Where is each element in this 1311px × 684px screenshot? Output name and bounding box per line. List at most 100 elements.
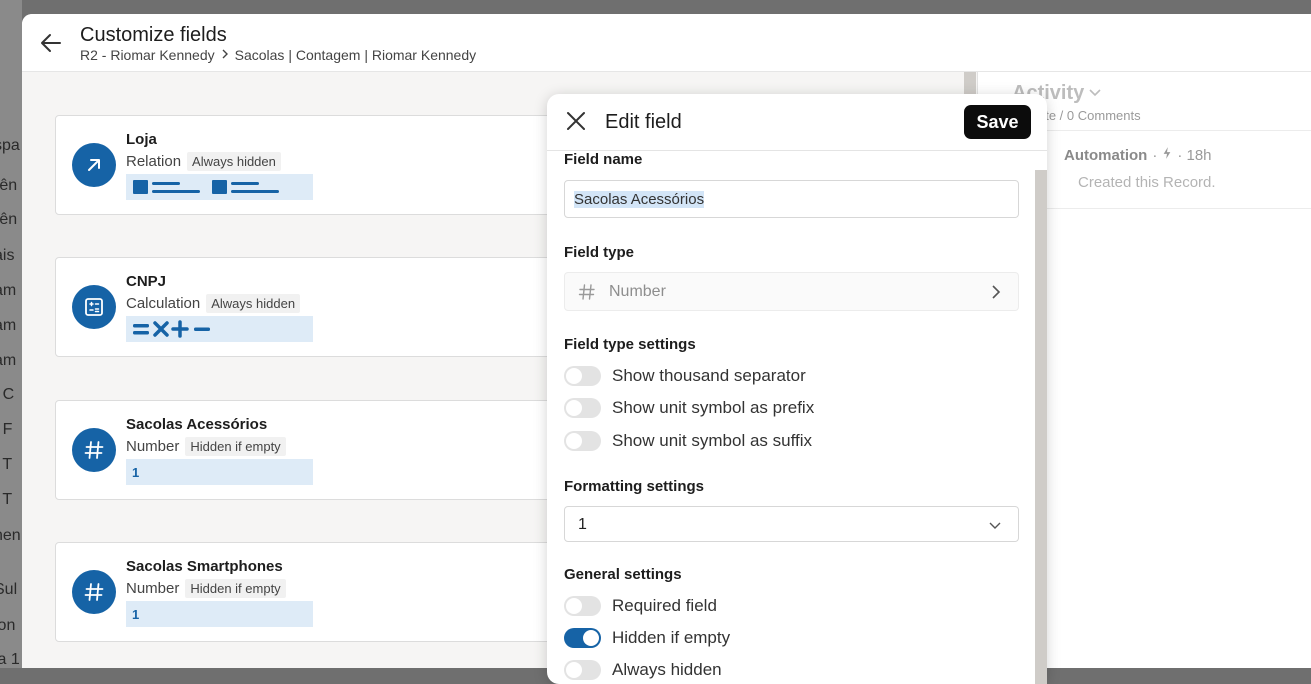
toggle-thousand-separator[interactable]: Show thousand separator bbox=[564, 366, 806, 386]
field-type-settings-label: Field type settings bbox=[564, 336, 696, 353]
visibility-badge: Hidden if empty bbox=[185, 437, 286, 456]
chevron-right-icon bbox=[992, 285, 1001, 299]
relation-preview-icon bbox=[133, 180, 279, 194]
activity-time: · 18h bbox=[1177, 146, 1212, 164]
hash-icon bbox=[72, 428, 116, 472]
toggle-label: Hidden if empty bbox=[612, 628, 731, 647]
save-button[interactable]: Save bbox=[964, 105, 1031, 139]
toggle-switch[interactable] bbox=[564, 660, 601, 680]
close-icon[interactable] bbox=[565, 110, 587, 132]
activity-summary: ate / 0 Comments bbox=[1038, 108, 1141, 123]
visibility-badge: Always hidden bbox=[206, 294, 301, 313]
field-name-label: Field name bbox=[564, 151, 643, 168]
lightning-icon bbox=[1162, 146, 1172, 164]
visibility-badge: Hidden if empty bbox=[185, 579, 286, 598]
bg-fragment: Sul bbox=[0, 581, 18, 598]
bg-fragment: | C bbox=[0, 386, 15, 403]
field-card-sacolas-smartphones[interactable]: Sacolas Smartphones Number Hidden if emp… bbox=[55, 542, 577, 642]
breadcrumb-current[interactable]: Sacolas | Contagem | Riomar Kennedy bbox=[235, 47, 477, 63]
edit-field-panel: Edit field Save Field name Sacolas Acess… bbox=[547, 94, 1047, 684]
relation-preview bbox=[126, 174, 313, 200]
breadcrumb: R2 - Riomar Kennedy Sacolas | Contagem |… bbox=[80, 47, 476, 63]
field-meta: Number Hidden if empty bbox=[126, 437, 286, 456]
chevron-down-icon bbox=[989, 522, 1001, 529]
field-name-value: Sacolas Acessórios bbox=[574, 190, 705, 208]
hash-icon bbox=[72, 570, 116, 614]
field-name: Sacolas Acessórios bbox=[126, 416, 268, 433]
toggle-required-field[interactable]: Required field bbox=[564, 596, 717, 616]
field-type: Calculation bbox=[126, 295, 201, 312]
toggle-label: Always hidden bbox=[612, 660, 722, 679]
number-preview: 1 bbox=[126, 459, 313, 485]
panel-scrollbar[interactable] bbox=[1035, 170, 1047, 684]
field-type: Number bbox=[126, 580, 180, 597]
activity-text: Created this Record. bbox=[1078, 174, 1216, 191]
bg-fragment: | T bbox=[0, 456, 13, 473]
page-title: Customize fields bbox=[80, 24, 227, 46]
preview-value: 1 bbox=[132, 464, 140, 480]
bg-fragment: ais bbox=[0, 247, 15, 264]
field-meta: Number Hidden if empty bbox=[126, 579, 286, 598]
toggle-switch[interactable] bbox=[564, 628, 601, 648]
field-name: Sacolas Smartphones bbox=[126, 558, 283, 575]
relation-arrow-icon bbox=[72, 143, 116, 187]
bg-fragment: rên bbox=[0, 177, 18, 194]
toggle-unit-suffix[interactable]: Show unit symbol as suffix bbox=[564, 431, 812, 451]
bg-fragment: am bbox=[0, 282, 17, 299]
hash-icon bbox=[578, 284, 595, 300]
field-card-cnpj[interactable]: CNPJ Calculation Always hidden bbox=[55, 257, 577, 357]
visibility-badge: Always hidden bbox=[187, 152, 281, 171]
math-operators-icon bbox=[133, 320, 210, 338]
formatting-value: 1 bbox=[578, 516, 587, 533]
toggle-label: Required field bbox=[612, 596, 717, 615]
field-type: Number bbox=[126, 438, 180, 455]
field-name-input[interactable]: Sacolas Acessórios bbox=[564, 180, 1019, 218]
toggle-unit-prefix[interactable]: Show unit symbol as prefix bbox=[564, 398, 814, 418]
bg-fragment: ia 1 bbox=[0, 651, 20, 668]
bg-fragment: spa bbox=[0, 137, 20, 154]
chevron-down-icon bbox=[1088, 82, 1102, 105]
bg-fragment: nen bbox=[0, 527, 21, 544]
field-meta: Calculation Always hidden bbox=[126, 294, 301, 313]
activity-separator: · bbox=[1152, 146, 1158, 164]
toggle-hidden-if-empty[interactable]: Hidden if empty bbox=[564, 628, 730, 648]
edit-field-header: Edit field Save bbox=[547, 94, 1047, 151]
toggle-switch[interactable] bbox=[564, 596, 601, 616]
preview-value: 1 bbox=[132, 606, 140, 622]
breadcrumb-parent[interactable]: R2 - Riomar Kennedy bbox=[80, 47, 215, 63]
bg-fragment: am bbox=[0, 317, 17, 334]
bg-fragment: am bbox=[0, 352, 17, 369]
activity-entry-header: Automation · · 18h bbox=[1064, 146, 1212, 164]
field-card-loja[interactable]: Loja Relation Always hidden bbox=[55, 115, 577, 215]
formatting-settings-label: Formatting settings bbox=[564, 478, 705, 495]
toggle-switch[interactable] bbox=[564, 398, 601, 418]
toggle-label: Show thousand separator bbox=[612, 366, 806, 385]
field-type-select[interactable]: Number bbox=[564, 272, 1019, 311]
bg-fragment: rên bbox=[0, 211, 18, 228]
bg-fragment: ion bbox=[0, 617, 16, 634]
background-app: spa rên rên ais am am am | C | F | T | T… bbox=[0, 0, 22, 668]
edit-field-title: Edit field bbox=[605, 111, 682, 133]
bg-fragment: | T bbox=[0, 491, 13, 508]
toggle-switch[interactable] bbox=[564, 366, 601, 386]
number-preview: 1 bbox=[126, 601, 313, 627]
bg-fragment: | F bbox=[0, 421, 13, 438]
field-type: Relation bbox=[126, 153, 182, 170]
general-settings-label: General settings bbox=[564, 566, 682, 583]
modal-header: Customize fields R2 - Riomar Kennedy Sac… bbox=[22, 14, 1311, 72]
toggle-switch[interactable] bbox=[564, 431, 601, 451]
toggle-label: Show unit symbol as prefix bbox=[612, 398, 815, 417]
field-type-value: Number bbox=[609, 283, 666, 300]
calculation-preview bbox=[126, 316, 313, 342]
back-arrow-icon[interactable] bbox=[38, 30, 64, 56]
toggle-label: Show unit symbol as suffix bbox=[612, 431, 812, 450]
toggle-always-hidden[interactable]: Always hidden bbox=[564, 660, 722, 680]
field-meta: Relation Always hidden bbox=[126, 152, 281, 171]
field-card-sacolas-acessorios[interactable]: Sacolas Acessórios Number Hidden if empt… bbox=[55, 400, 577, 500]
calculator-icon bbox=[72, 285, 116, 329]
chevron-right-icon bbox=[219, 47, 231, 63]
field-name: Loja bbox=[126, 131, 157, 148]
formatting-select[interactable]: 1 bbox=[564, 506, 1019, 542]
field-name: CNPJ bbox=[126, 273, 167, 290]
field-type-label: Field type bbox=[564, 244, 635, 261]
